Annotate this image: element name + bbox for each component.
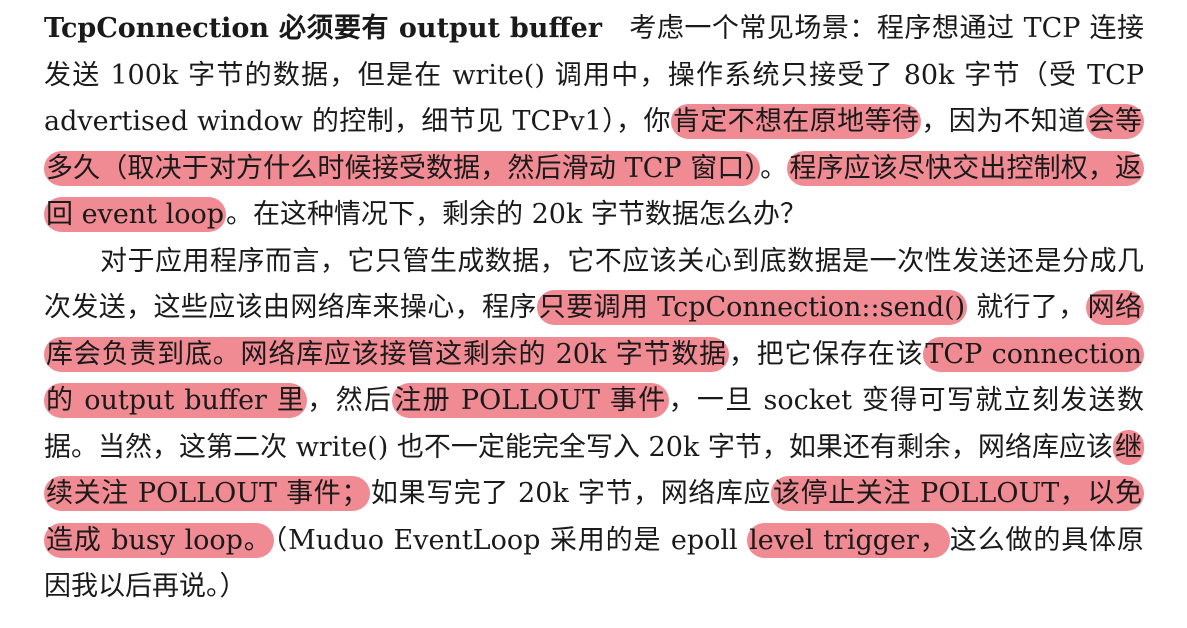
text-segment: 就行了， [967,292,1086,323]
paragraph1-body: 考虑一个常见场景：程序想通过 TCP 连接发送 100k 字节的数据，但是在 w… [44,13,1145,232]
paragraph-send-responsibility: 对于应用程序而言，它只管生成数据，它不应该关心到底数据是一次性发送还是分成几次发… [44,239,1145,611]
text-segment: ，因为不知道 [921,106,1086,137]
text-segment: 。在这种情况下，剩余的 20k 字节数据怎么办？ [226,199,807,230]
highlighted-text: 注册 POLLOUT 事件 [392,383,669,418]
section-heading: TcpConnection 必须要有 output buffer [44,13,603,44]
text-segment: ，把它保存在该 [728,338,924,370]
text-segment: 如果写完了 20k 字节，网络库应 [370,478,772,509]
highlighted-text: 肯定不想在原地等待 [670,104,922,139]
highlighted-text: 只要调用 TcpConnection::send() [536,290,968,325]
text-segment: 。 [760,152,788,184]
highlighted-text: level trigger， [747,522,950,558]
paragraph-output-buffer-intro: TcpConnection 必须要有 output buffer 考虑一个常见场… [44,6,1145,239]
text-segment: （Muduo EventLoop 采用的是 epoll [273,524,748,556]
text-segment: ，然后 [307,385,393,416]
document-page: TcpConnection 必须要有 output buffer 考虑一个常见场… [44,6,1145,611]
